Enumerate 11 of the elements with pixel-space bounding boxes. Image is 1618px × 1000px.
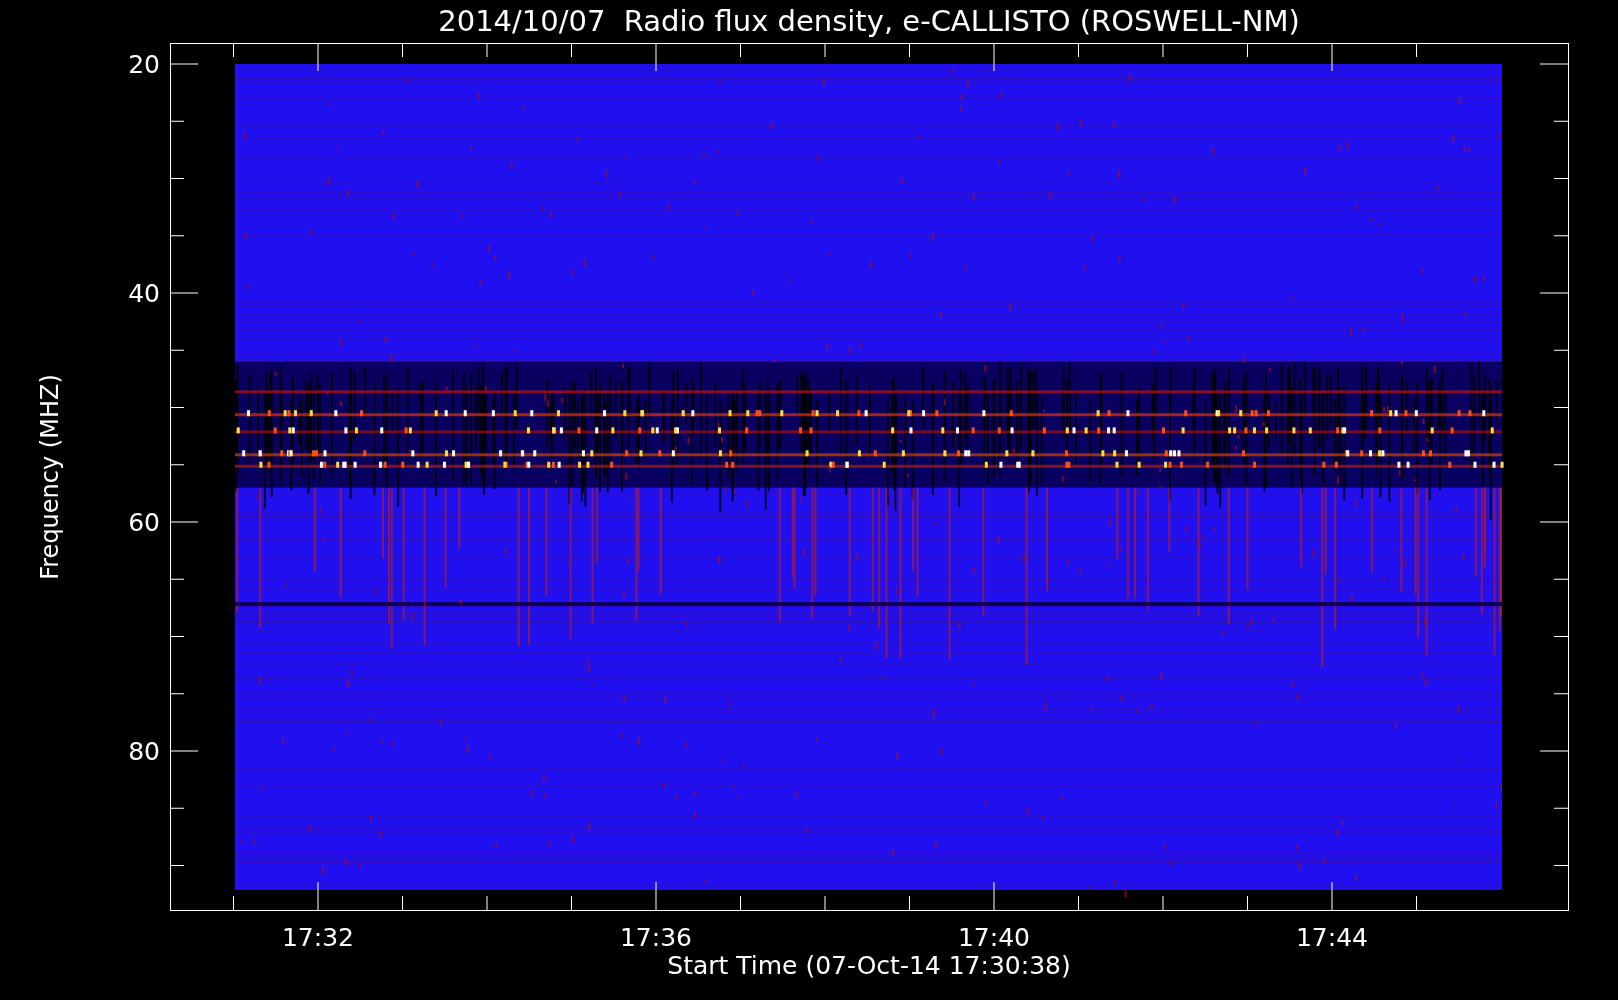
x-tick-label: 17:40 bbox=[958, 923, 1030, 951]
chart-title: 2014/10/07 Radio flux density, e-CALLISTO (ROSWELL-NM) bbox=[437, 7, 1301, 36]
x-tick-label: 17:32 bbox=[282, 923, 354, 951]
y-axis-label: Frequency (MHZ) bbox=[35, 374, 65, 580]
y-tick-label: 20 bbox=[128, 50, 160, 79]
x-tick-label: 17:44 bbox=[1296, 923, 1368, 951]
y-tick-label: 80 bbox=[128, 737, 160, 766]
y-tick-label: 60 bbox=[128, 508, 160, 537]
y-tick-label: 40 bbox=[128, 279, 160, 308]
x-axis-label: Start Time (07-Oct-14 17:30:38) bbox=[666, 953, 1072, 978]
x-tick-label: 17:36 bbox=[620, 923, 692, 951]
